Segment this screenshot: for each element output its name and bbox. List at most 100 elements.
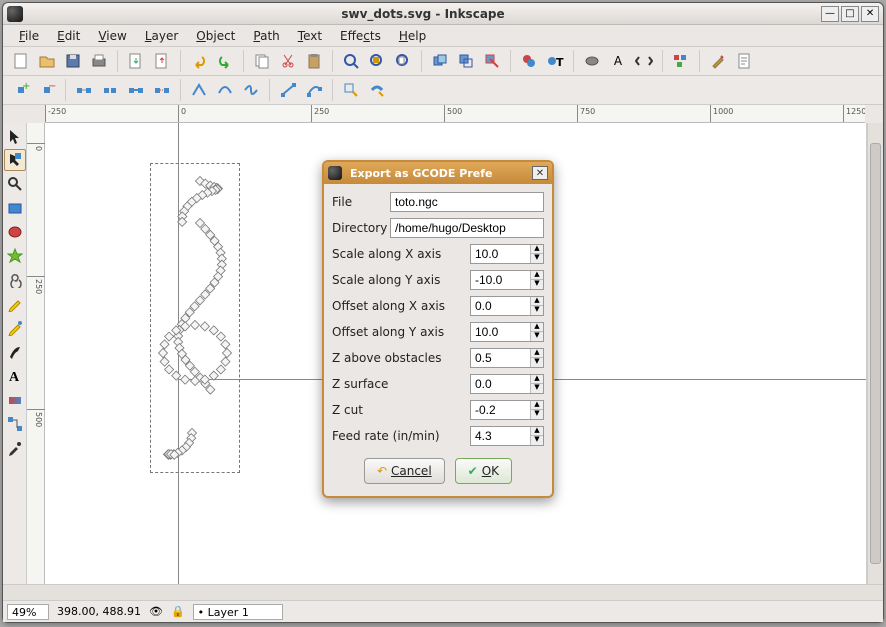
file-input[interactable] <box>390 192 544 212</box>
app-icon <box>7 6 23 22</box>
zoom-tool-icon[interactable] <box>4 173 26 195</box>
text-properties-icon[interactable]: T <box>543 49 567 73</box>
titlebar[interactable]: swv_dots.svg - Inkscape — □ ✕ <box>3 3 883 25</box>
feed-rate-spinner[interactable]: ▲▼ <box>470 426 544 446</box>
duplicate-icon[interactable] <box>428 49 452 73</box>
scrollbar-vertical[interactable] <box>867 123 883 584</box>
selector-tool-icon[interactable] <box>4 125 26 147</box>
segment-line-icon[interactable] <box>276 78 300 102</box>
xml-editor-icon[interactable] <box>632 49 656 73</box>
unlink-clone-icon[interactable] <box>480 49 504 73</box>
fill-stroke-icon[interactable] <box>517 49 541 73</box>
preferences-icon[interactable] <box>706 49 730 73</box>
zoom-field[interactable]: 49% <box>7 604 49 620</box>
dialog-icon <box>328 166 342 180</box>
new-file-icon[interactable] <box>9 49 33 73</box>
node-cusp-icon[interactable] <box>187 78 211 102</box>
z-above-spinner[interactable]: ▲▼ <box>470 348 544 368</box>
menu-text[interactable]: Text <box>290 27 330 45</box>
ruler-tick: 500 <box>27 409 45 429</box>
scale-y-spinner[interactable]: ▲▼ <box>470 270 544 290</box>
toolbar-main: T A <box>3 47 883 76</box>
scrollbar-thumb[interactable] <box>870 143 881 564</box>
undo-arrow-icon: ↶ <box>377 464 387 478</box>
ok-button[interactable]: ✔ OK <box>455 458 512 484</box>
directory-input[interactable] <box>390 218 544 238</box>
calligraphy-tool-icon[interactable] <box>4 341 26 363</box>
node-add-icon[interactable]: + <box>9 78 33 102</box>
menu-effects[interactable]: Effects <box>332 27 389 45</box>
dialog-titlebar[interactable]: Export as GCODE Prefe ✕ <box>324 162 552 184</box>
node-delete-segment-icon[interactable] <box>150 78 174 102</box>
object-to-path-icon[interactable] <box>339 78 363 102</box>
maximize-button[interactable]: □ <box>841 6 859 22</box>
visibility-icon[interactable]: 👁 <box>149 605 163 618</box>
cancel-button[interactable]: ↶ Cancel <box>364 458 445 484</box>
print-icon[interactable] <box>87 49 111 73</box>
zoom-drawing-icon[interactable] <box>365 49 389 73</box>
node-join-segment-icon[interactable] <box>124 78 148 102</box>
align-icon[interactable] <box>669 49 693 73</box>
node-join-icon[interactable] <box>98 78 122 102</box>
paste-icon[interactable] <box>302 49 326 73</box>
group-icon[interactable] <box>580 49 604 73</box>
menu-layer[interactable]: Layer <box>137 27 186 45</box>
close-button[interactable]: ✕ <box>861 6 879 22</box>
feed-rate-label: Feed rate (in/min) <box>332 429 440 443</box>
zoom-page-icon[interactable] <box>391 49 415 73</box>
undo-icon[interactable] <box>187 49 211 73</box>
rect-tool-icon[interactable] <box>4 197 26 219</box>
star-tool-icon[interactable] <box>4 245 26 267</box>
node-break-icon[interactable] <box>72 78 96 102</box>
open-file-icon[interactable] <box>35 49 59 73</box>
dropper-tool-icon[interactable] <box>4 437 26 459</box>
menu-help[interactable]: Help <box>391 27 434 45</box>
connector-tool-icon[interactable] <box>4 413 26 435</box>
bezier-tool-icon[interactable] <box>4 317 26 339</box>
z-surface-label: Z surface <box>332 377 388 391</box>
import-icon[interactable] <box>124 49 148 73</box>
toolbox: A <box>3 123 27 584</box>
copy-icon[interactable] <box>250 49 274 73</box>
ruler-tick: 1250 <box>843 105 865 123</box>
text-tool-icon[interactable]: A <box>606 49 630 73</box>
gradient-tool-icon[interactable] <box>4 389 26 411</box>
node-tool-icon[interactable] <box>4 149 26 171</box>
zoom-fit-icon[interactable] <box>339 49 363 73</box>
spiral-tool-icon[interactable] <box>4 269 26 291</box>
save-icon[interactable] <box>61 49 85 73</box>
pencil-tool-icon[interactable] <box>4 293 26 315</box>
offset-x-spinner[interactable]: ▲▼ <box>470 296 544 316</box>
export-icon[interactable] <box>150 49 174 73</box>
node-delete-icon[interactable]: − <box>35 78 59 102</box>
ruler-horizontal[interactable]: -250 0 250 500 750 1000 1250 <box>45 105 865 123</box>
node-symmetric-icon[interactable] <box>239 78 263 102</box>
ruler-tick: 250 <box>311 105 329 123</box>
scrollbar-horizontal[interactable] <box>3 584 883 600</box>
lock-icon[interactable]: 🔒 <box>171 605 185 618</box>
doc-properties-icon[interactable] <box>732 49 756 73</box>
ellipse-tool-icon[interactable] <box>4 221 26 243</box>
menu-file[interactable]: File <box>11 27 47 45</box>
menu-path[interactable]: Path <box>245 27 287 45</box>
menu-object[interactable]: Object <box>188 27 243 45</box>
layer-selector[interactable]: • Layer 1 <box>193 604 283 620</box>
ruler-vertical[interactable]: 0 250 500 <box>27 123 45 584</box>
scale-x-spinner[interactable]: ▲▼ <box>470 244 544 264</box>
menu-edit[interactable]: Edit <box>49 27 88 45</box>
text-tool-icon[interactable]: A <box>4 365 26 387</box>
menu-view[interactable]: View <box>90 27 134 45</box>
node-smooth-icon[interactable] <box>213 78 237 102</box>
cut-icon[interactable] <box>276 49 300 73</box>
minimize-button[interactable]: — <box>821 6 839 22</box>
spin-down-icon[interactable]: ▼ <box>531 254 543 263</box>
z-surface-spinner[interactable]: ▲▼ <box>470 374 544 394</box>
stroke-to-path-icon[interactable] <box>365 78 389 102</box>
offset-y-spinner[interactable]: ▲▼ <box>470 322 544 342</box>
z-cut-spinner[interactable]: ▲▼ <box>470 400 544 420</box>
clone-icon[interactable] <box>454 49 478 73</box>
redo-icon[interactable] <box>213 49 237 73</box>
segment-curve-icon[interactable] <box>302 78 326 102</box>
dialog-close-icon[interactable]: ✕ <box>532 166 548 180</box>
ruler-tick: 500 <box>444 105 462 123</box>
